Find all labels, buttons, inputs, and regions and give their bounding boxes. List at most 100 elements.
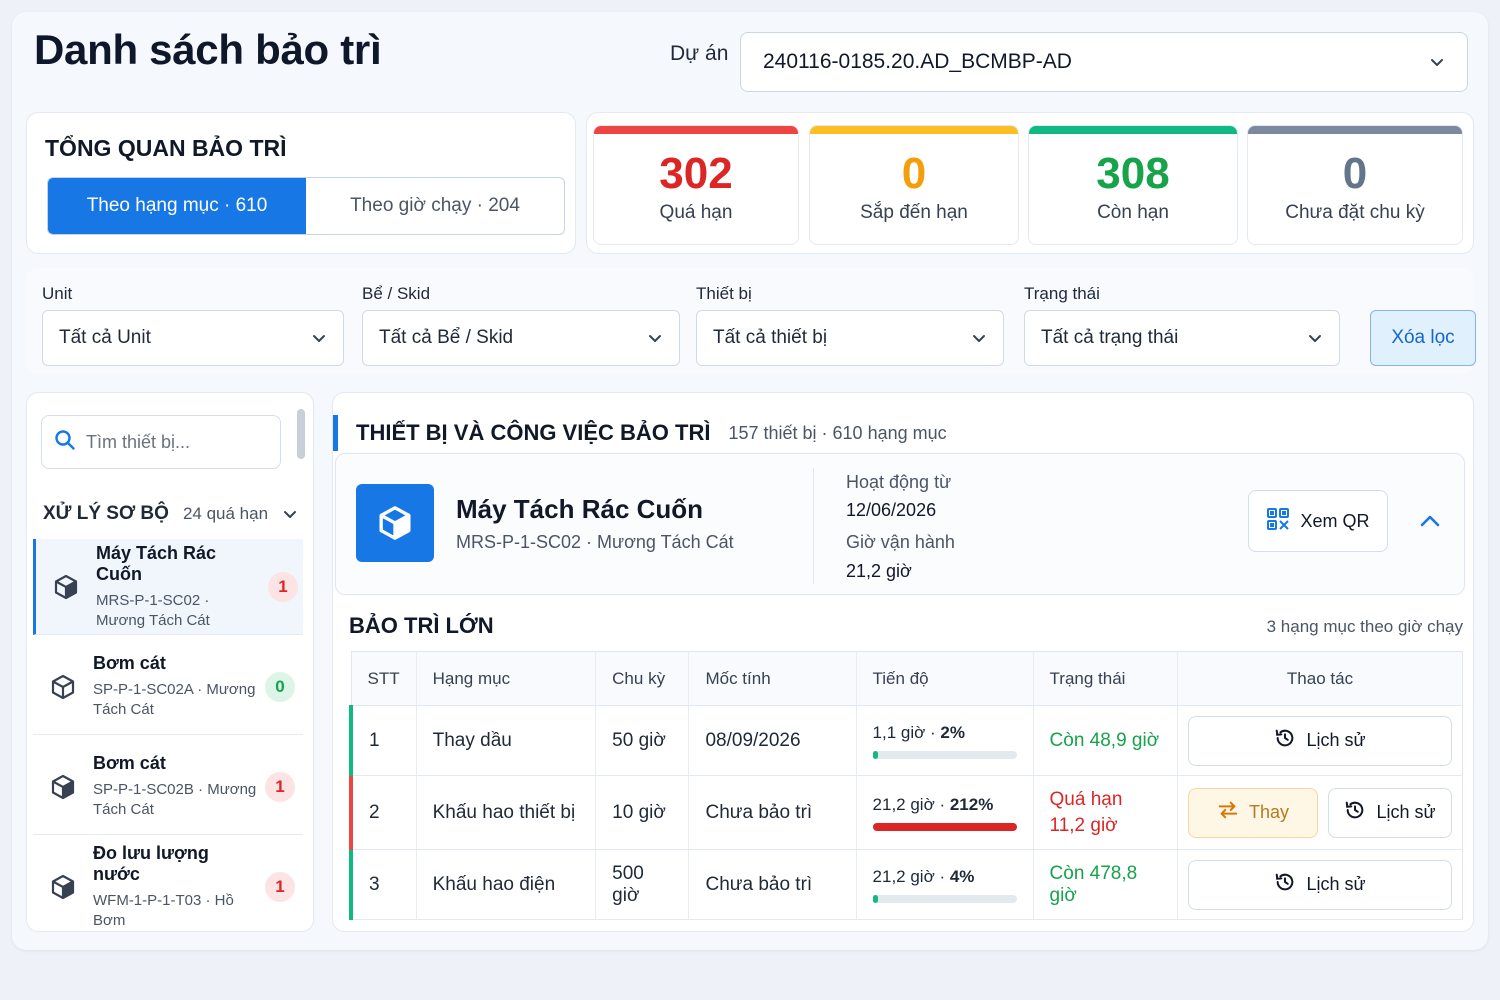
tab-by-runtime[interactable]: Theo giờ chạy · 204 [306, 178, 564, 234]
section-header: THIẾT BỊ VÀ CÔNG VIỆC BẢO TRÌ 157 thiết … [333, 415, 947, 451]
status-cell: Quá hạn 11,2 giờ [1033, 775, 1179, 850]
stat-no-cycle[interactable]: 0 Chưa đặt chu kỳ [1247, 125, 1463, 245]
status-cell: Còn 478,8 giờ [1033, 849, 1179, 920]
base-cell: Chưa bảo trì [688, 775, 857, 850]
stat-bar [810, 126, 1018, 134]
device-search-input[interactable]: Tìm thiết bị... [41, 415, 281, 469]
section-accent [333, 415, 338, 451]
column-header: Tiến độ [856, 651, 1034, 706]
history-label: Lịch sử [1306, 874, 1366, 894]
chevron-down-icon [1307, 330, 1323, 346]
stat-bar [1029, 126, 1237, 134]
overview-tabs: Theo hạng mục · 610 Theo giờ chạy · 204 [47, 177, 565, 235]
progress-bar [872, 750, 1017, 759]
overdue-badge: 1 [268, 571, 298, 602]
device-filter-label: Thiết bị [696, 284, 752, 303]
view-qr-label: Xem QR [1300, 510, 1370, 531]
column-header: Trạng thái [1033, 651, 1179, 706]
progress-bar [872, 822, 1017, 831]
device-filter-select[interactable]: Tất cả thiết bị [696, 310, 1004, 366]
history-icon [1344, 799, 1366, 826]
table-row: 2 Khấu hao thiết bị 10 giờ Chưa bảo trì … [348, 775, 1463, 850]
stat-bar [1248, 126, 1462, 134]
progress-cell: 1,1 giờ · 2% [856, 705, 1034, 776]
progress-bar [872, 894, 1017, 903]
stat-label: Sắp đến hạn [860, 202, 968, 223]
device-subtitle: MRS-P-1-SC02 · Mương Tách Cát [456, 532, 734, 552]
history-label: Lịch sử [1376, 802, 1436, 822]
group-count: 24 quá hạn [182, 504, 269, 523]
section-count: 157 thiết bị · 610 hạng mục [728, 422, 947, 443]
stat-value: 0 [901, 149, 927, 198]
filter-bar: Unit Tất cả Unit Bể / Skid Tất cả Bể / S… [26, 268, 1476, 374]
history-icon [1274, 727, 1296, 754]
sidebar-item-device[interactable]: Đo lưu lượng nước WFM-1-P-1-T03 · Hồ Bơm… [33, 839, 303, 931]
chevron-up-icon[interactable] [1418, 509, 1442, 538]
replace-button[interactable]: Thay [1188, 787, 1318, 838]
cycle-cell: 50 giờ [595, 705, 690, 776]
base-cell: 08/09/2026 [688, 705, 857, 776]
action-cell: Thay Lịch sử [1177, 775, 1463, 850]
sidebar-scrollbar[interactable] [297, 409, 305, 459]
stt-cell: 3 [348, 849, 417, 920]
cube-icon [36, 574, 96, 600]
active-from-label: Hoạt động từ [846, 472, 952, 492]
stat-value: 0 [1342, 149, 1368, 198]
page-title: Danh sách bảo trì [34, 26, 382, 73]
project-label: Dự án [670, 42, 729, 65]
ok-badge: 0 [265, 671, 295, 702]
search-placeholder: Tìm thiết bị... [86, 431, 191, 452]
skid-filter-select[interactable]: Tất cả Bể / Skid [362, 310, 680, 366]
stat-valid[interactable]: 308 Còn hạn [1028, 125, 1238, 245]
history-button[interactable]: Lịch sử [1188, 859, 1452, 910]
divider [813, 468, 814, 584]
sidebar-item-device[interactable]: Máy Tách Rác Cuốn MRS-P-1-SC02 · Mương T… [33, 539, 303, 635]
action-cell: Lịch sử [1177, 849, 1463, 920]
status-filter-value: Tất cả trạng thái [1041, 327, 1179, 348]
chevron-down-icon [1429, 54, 1445, 70]
progress-hours: 21,2 giờ [872, 866, 935, 886]
table-row: 1 Thay dầu 50 giờ 08/09/2026 1,1 giờ · 2… [348, 705, 1463, 776]
history-icon [1274, 871, 1296, 898]
cube-icon [33, 774, 93, 800]
table-row: 3 Khấu hao điện 500 giờ Chưa bảo trì 21,… [348, 849, 1463, 920]
stat-due-soon[interactable]: 0 Sắp đến hạn [809, 125, 1019, 245]
tab-by-item[interactable]: Theo hạng mục · 610 [48, 178, 306, 234]
project-select[interactable]: 240116-0185.20.AD_BCMBP-AD [740, 32, 1468, 92]
progress-percent: 4% [949, 866, 975, 886]
device-name: Đo lưu lượng nước [93, 843, 209, 884]
overdue-badge: 1 [265, 872, 295, 902]
progress-hours: 1,1 giờ [872, 722, 926, 742]
stat-overdue[interactable]: 302 Quá hạn [593, 125, 799, 245]
major-maintenance-count: 3 hạng mục theo giờ chạy [1266, 617, 1463, 636]
view-qr-button[interactable]: Xem QR [1248, 490, 1388, 552]
device-code: MRS-P-1-SC02 · Mương Tách Cát [96, 591, 210, 629]
sidebar-item-device[interactable]: Bơm cát SP-P-1-SC02A · Mương Tách Cát 0 [33, 639, 303, 735]
column-header: Hạng mục [416, 651, 597, 706]
device-code: SP-P-1-SC02B · Mương Tách Cát [93, 781, 257, 818]
device-title: Máy Tách Rác Cuốn [456, 494, 704, 524]
chevron-down-icon [282, 506, 298, 522]
item-cell: Khấu hao điện [416, 849, 597, 920]
unit-filter-select[interactable]: Tất cả Unit [42, 310, 344, 366]
unit-filter-value: Tất cả Unit [59, 327, 151, 348]
sidebar-item-device[interactable]: Bơm cát SP-P-1-SC02B · Mương Tách Cát 1 [33, 739, 303, 835]
runtime-label: Giờ vận hành [846, 532, 955, 552]
progress-fill [872, 894, 879, 903]
history-button[interactable]: Lịch sử [1188, 715, 1452, 766]
chevron-down-icon [647, 330, 663, 346]
device-code: SP-P-1-SC02A · Mương Tách Cát [93, 681, 256, 718]
cycle-cell: 10 giờ [595, 775, 690, 850]
progress-cell: 21,2 giờ · 212% [856, 775, 1034, 850]
progress-percent: 2% [940, 722, 965, 742]
maintenance-page: Danh sách bảo trì Dự án 240116-0185.20.A… [12, 12, 1488, 950]
history-label: Lịch sử [1306, 730, 1366, 750]
status-filter-select[interactable]: Tất cả trạng thái [1024, 310, 1340, 366]
cube-icon [33, 674, 93, 700]
overview-card: TỔNG QUAN BẢO TRÌ Theo hạng mục · 610 Th… [26, 112, 576, 254]
clear-filter-button[interactable]: Xóa lọc [1370, 310, 1476, 366]
cube-icon [356, 484, 434, 562]
group-header[interactable]: XỬ LÝ SƠ BỘ 24 quá hạn [43, 503, 298, 525]
stt-cell: 1 [348, 705, 417, 776]
history-button[interactable]: Lịch sử [1328, 787, 1452, 838]
